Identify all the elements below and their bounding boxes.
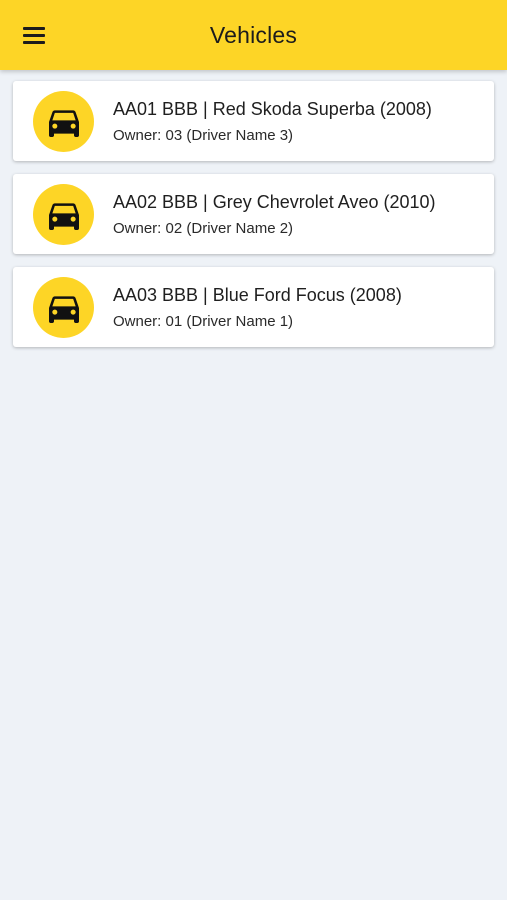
vehicle-list: AA01 BBB | Red Skoda Superba (2008) Owne… <box>13 81 494 360</box>
car-icon <box>33 277 94 338</box>
vehicle-list-item[interactable]: AA03 BBB | Blue Ford Focus (2008) Owner:… <box>13 267 494 347</box>
vehicle-owner: Owner: 03 (Driver Name 3) <box>113 127 294 144</box>
hamburger-menu-icon[interactable] <box>20 22 50 48</box>
vehicle-title: AA02 BBB | Grey Chevrolet Aveo (2010) <box>113 192 436 212</box>
menu-line <box>23 33 45 37</box>
vehicle-title: AA01 BBB | Red Skoda Superba (2008) <box>113 99 432 119</box>
page-title: Vehicles <box>209 21 298 48</box>
menu-line <box>23 26 45 30</box>
vehicle-owner: Owner: 02 (Driver Name 2) <box>113 220 294 237</box>
vehicle-owner: Owner: 01 (Driver Name 1) <box>113 313 294 330</box>
vehicle-title: AA03 BBB | Blue Ford Focus (2008) <box>113 285 402 305</box>
car-icon <box>33 184 94 245</box>
menu-line <box>23 40 45 44</box>
vehicle-list-item[interactable]: AA01 BBB | Red Skoda Superba (2008) Owne… <box>13 81 494 161</box>
vehicle-list-item[interactable]: AA02 BBB | Grey Chevrolet Aveo (2010) Ow… <box>13 174 494 254</box>
car-icon <box>33 91 94 152</box>
app-bar: Vehicles <box>0 0 507 70</box>
